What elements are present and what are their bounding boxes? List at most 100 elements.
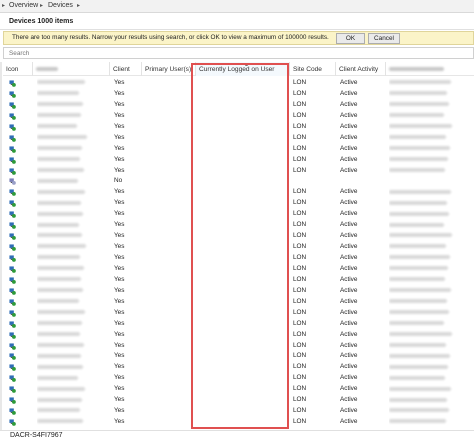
redacted-device-name — [37, 253, 109, 264]
redacted-cell — [389, 395, 474, 406]
column-header-name[interactable] — [33, 62, 110, 76]
search-field[interactable] — [3, 47, 474, 59]
column-header-icon[interactable]: Icon — [3, 62, 33, 76]
page-title: Devices 1000 items — [9, 18, 74, 25]
device-client-icon — [3, 406, 33, 417]
redacted-device-name — [37, 264, 109, 275]
site-code-cell: LON — [293, 352, 307, 360]
redacted-device-name — [37, 78, 109, 89]
client-activity-cell: Active — [340, 155, 358, 163]
site-code-cell: LON — [293, 210, 307, 218]
redacted-cell — [389, 155, 474, 166]
cancel-button[interactable]: Cancel — [368, 33, 400, 44]
client-cell: Yes — [114, 254, 125, 261]
client-cell: Yes — [114, 79, 125, 86]
device-client-icon — [3, 242, 33, 253]
site-code-cell: LON — [293, 319, 307, 327]
device-client-icon — [3, 362, 33, 373]
redacted-cell — [389, 406, 474, 417]
breadcrumb-item-overview[interactable]: Overview — [9, 2, 38, 9]
device-client-icon — [3, 100, 33, 111]
info-bar-message: There are too many results. Narrow your … — [12, 34, 329, 41]
redacted-device-name — [37, 133, 109, 144]
client-cell: Yes — [114, 111, 125, 119]
redacted-device-name — [37, 341, 109, 352]
client-cell: Yes — [114, 210, 125, 218]
client-activity-cell: Active — [340, 100, 358, 108]
client-activity-cell: Active — [340, 144, 358, 152]
redacted-device-name — [37, 308, 109, 319]
redacted-cell — [389, 264, 474, 275]
redacted-cell — [389, 187, 474, 198]
site-code-cell: LON — [293, 330, 307, 338]
redacted-cell — [389, 308, 474, 319]
redacted-device-name — [37, 122, 109, 133]
client-cell: Yes — [114, 396, 125, 404]
client-activity-cell: Active — [340, 221, 358, 229]
column-header-client[interactable]: Client — [110, 62, 142, 76]
redacted-device-name — [37, 155, 109, 166]
redacted-cell — [389, 384, 474, 395]
breadcrumb-item-devices[interactable]: Devices — [48, 2, 73, 9]
site-code-cell: LON — [293, 243, 307, 251]
too-many-results-info-bar: There are too many results. Narrow your … — [3, 31, 474, 45]
site-code-cell: LON — [293, 188, 307, 196]
column-header-primary-users[interactable]: Primary User(s) — [142, 62, 196, 76]
device-client-icon — [3, 319, 33, 330]
client-activity-cell: Active — [340, 418, 358, 426]
device-client-icon — [3, 89, 33, 100]
client-cell: Yes — [114, 374, 125, 382]
device-client-icon — [3, 187, 33, 198]
client-cell: Yes — [114, 363, 125, 371]
redacted-device-name — [37, 111, 109, 122]
redacted-device-name — [37, 384, 109, 395]
column-header-redacted[interactable] — [386, 62, 474, 76]
redacted-device-name — [37, 89, 109, 100]
search-input[interactable] — [4, 48, 473, 58]
site-code-cell: LON — [293, 385, 307, 393]
device-client-icon — [3, 220, 33, 231]
redacted-device-name — [37, 220, 109, 231]
site-code-cell: LON — [293, 254, 307, 261]
client-cell: Yes — [114, 308, 125, 316]
left-pane-edge — [0, 62, 2, 439]
client-cell: Yes — [114, 418, 125, 426]
redacted-device-name — [37, 275, 109, 286]
device-client-icon — [3, 286, 33, 297]
redacted-cell — [389, 220, 474, 231]
device-noclient-icon — [3, 176, 33, 187]
redacted-cell — [389, 330, 474, 341]
device-client-icon — [3, 384, 33, 395]
client-activity-cell: Active — [340, 79, 358, 86]
client-cell: Yes — [114, 199, 125, 207]
redacted-cell — [389, 373, 474, 384]
device-client-icon — [3, 275, 33, 286]
device-client-icon — [3, 264, 33, 275]
device-client-icon — [3, 122, 33, 133]
client-cell: Yes — [114, 188, 125, 196]
client-activity-cell: Active — [340, 210, 358, 218]
device-client-icon — [3, 373, 33, 384]
device-client-icon — [3, 231, 33, 242]
device-client-icon — [3, 155, 33, 166]
client-activity-cell: Active — [340, 330, 358, 338]
client-cell: Yes — [114, 286, 125, 294]
client-activity-cell: Active — [340, 363, 358, 371]
ok-button[interactable]: OK — [336, 33, 365, 44]
column-header-site-code[interactable]: Site Code — [290, 62, 336, 76]
site-code-cell: LON — [293, 341, 307, 349]
redacted-cell — [389, 362, 474, 373]
site-code-cell: LON — [293, 308, 307, 316]
column-header-client-activity[interactable]: Client Activity — [336, 62, 386, 76]
device-client-icon — [3, 308, 33, 319]
site-code-cell: LON — [293, 100, 307, 108]
client-activity-cell: Active — [340, 352, 358, 360]
redacted-cell — [389, 111, 474, 122]
redacted-cell — [389, 231, 474, 242]
client-activity-cell: Active — [340, 319, 358, 327]
client-activity-cell: Active — [340, 396, 358, 404]
redacted-cell — [389, 78, 474, 89]
redacted-device-name — [37, 406, 109, 417]
client-cell: Yes — [114, 297, 125, 305]
client-cell: Yes — [114, 89, 125, 97]
